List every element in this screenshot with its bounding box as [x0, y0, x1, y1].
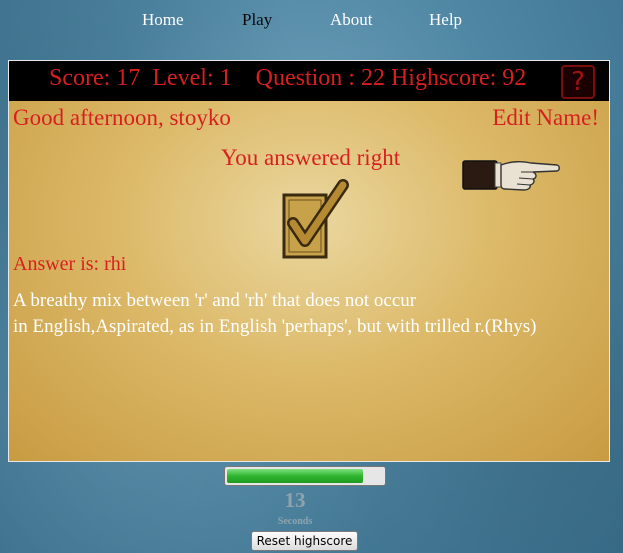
nav-play-link[interactable]: Play	[242, 10, 272, 30]
status-text: Score: 17 Level: 1 Question : 22 Highsco…	[49, 65, 526, 92]
answer-text: Answer is: rhi	[13, 253, 127, 275]
score-label: Score:	[49, 65, 111, 91]
reset-highscore-button[interactable]: Reset highscore	[251, 531, 358, 551]
description-line-2: in English,Aspirated, as in English 'per…	[13, 316, 537, 337]
answer-description: A breathy mix between 'r' and 'rh' that …	[13, 288, 613, 340]
nav-help-link[interactable]: Help	[429, 10, 462, 30]
edit-name-link[interactable]: Edit Name!	[492, 105, 599, 131]
checkmark-icon	[282, 179, 349, 259]
timer-progress-fill	[227, 469, 363, 483]
nav-home-link[interactable]: Home	[142, 10, 184, 30]
description-line-1: A breathy mix between 'r' and 'rh' that …	[13, 290, 417, 311]
top-nav: Home Play About Help	[0, 10, 623, 34]
game-panel: Score: 17 Level: 1 Question : 22 Highsco…	[8, 60, 610, 462]
greeting-text: Good afternoon, stoyko	[13, 105, 231, 130]
nav-about-link[interactable]: About	[330, 10, 373, 30]
question-value: 22	[360, 65, 385, 91]
pointing-hand-icon[interactable]	[461, 155, 561, 195]
seconds-label: Seconds	[277, 516, 313, 527]
level-label: Level:	[152, 65, 214, 91]
help-question-icon[interactable]: ?	[561, 65, 595, 99]
level-value: 1	[219, 65, 232, 91]
status-bar: Score: 17 Level: 1 Question : 22 Highsco…	[9, 61, 609, 101]
result-message: You answered right	[221, 145, 401, 170]
question-label: Question :	[255, 65, 355, 91]
highscore-label: Highscore:	[390, 65, 497, 91]
highscore-value: 92	[502, 65, 527, 91]
seconds-value: 13	[284, 488, 306, 512]
score-value: 17	[116, 65, 141, 91]
timer-progress-bar	[224, 466, 386, 486]
